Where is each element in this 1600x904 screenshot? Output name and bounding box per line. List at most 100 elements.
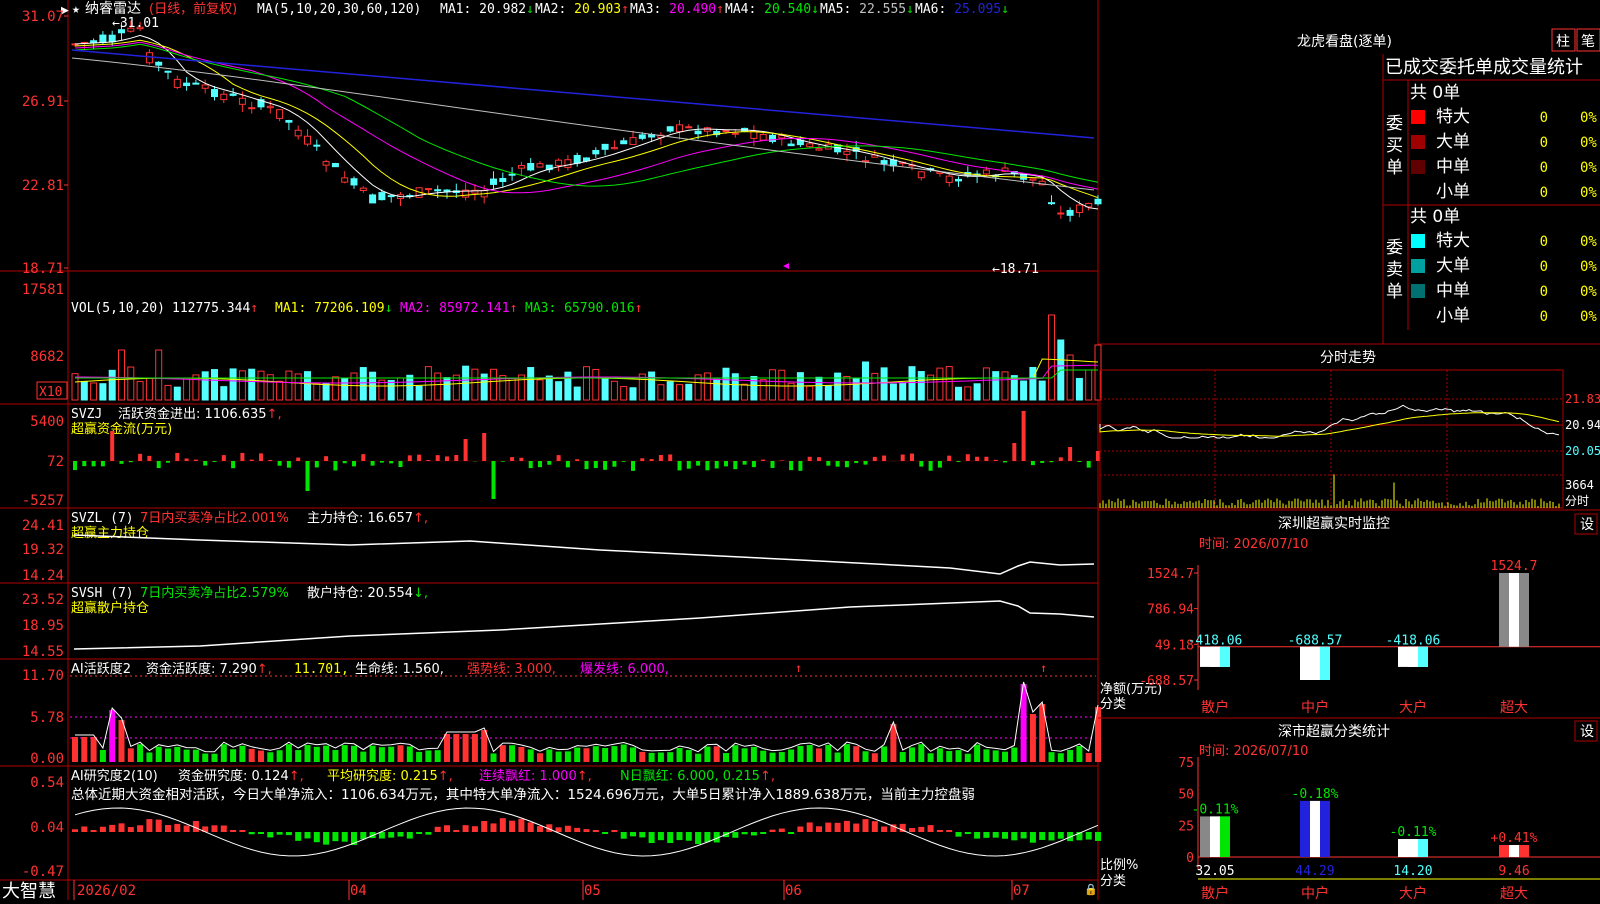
ai-active-value: 资金活跃度: 7.290↑,	[146, 661, 272, 677]
activity-bar	[1058, 753, 1064, 762]
volume-bar	[593, 369, 599, 400]
svzj-value: 活跃资金进出: 1106.635↑,	[118, 406, 282, 422]
x-axis-label: 2026/02	[77, 883, 136, 899]
activity-bar	[435, 750, 441, 762]
low-price-marker: ←18.71	[992, 262, 1039, 277]
research-bar	[565, 826, 571, 832]
volume-bar	[277, 381, 283, 400]
research-bar	[704, 832, 710, 842]
research-bar	[881, 827, 887, 832]
volume-bar	[137, 381, 143, 400]
research-bar	[212, 825, 218, 832]
research-bar	[537, 826, 543, 832]
activity-bar	[556, 752, 562, 762]
vol-ma-readout: MA2: 85972.141↑	[400, 301, 517, 316]
volume-bar	[212, 370, 218, 400]
research-bar	[974, 832, 980, 839]
volume-bar	[760, 380, 766, 400]
research-bar	[946, 830, 952, 832]
ma-readout: MA1: 20.982↓	[440, 2, 534, 17]
flow-bar	[957, 461, 961, 462]
volume-bar	[602, 379, 608, 400]
research-bar	[407, 832, 413, 839]
activity-bar	[305, 745, 311, 762]
research-bar	[463, 825, 469, 832]
flow-bar	[213, 461, 217, 462]
column-mode-label: 柱	[1556, 34, 1570, 50]
volume-bar	[900, 383, 906, 400]
activity-bar	[602, 748, 608, 762]
activity-bar	[295, 750, 301, 762]
svsh-tick: 18.95	[22, 618, 64, 634]
flow-bar	[1059, 457, 1063, 461]
svsh-value: 散户持仓: 20.554↓,	[307, 585, 428, 601]
research-bar	[760, 832, 766, 834]
monitor-y-tick: 1524.7	[1147, 567, 1194, 582]
sz-stats-xlabel: 分类	[1100, 874, 1126, 889]
svzj-label: SVZJ	[71, 407, 102, 422]
monitor-value-label: -688.57	[1288, 634, 1343, 649]
volume-unit-badge: X10	[39, 385, 62, 400]
activity-bar	[1067, 750, 1073, 762]
flow-bar	[678, 461, 682, 470]
volume-bar	[1039, 381, 1045, 400]
research-bar	[249, 832, 255, 834]
activity-bar	[983, 749, 989, 762]
sell-row-pct: 0%	[1580, 234, 1597, 250]
candle	[881, 161, 887, 164]
sell-side-label: 委	[1386, 238, 1403, 258]
activity-bar	[314, 747, 320, 762]
svsh-subtitle: 超赢散户持仓	[71, 600, 149, 616]
intraday-price-low: 20.05	[1565, 444, 1600, 458]
lock-icon[interactable]: 🔒	[1084, 883, 1098, 896]
activity-bar	[677, 748, 683, 762]
chart-period[interactable]: (日线，前复权)	[149, 1, 237, 17]
candle	[444, 190, 450, 191]
research-bar	[556, 827, 562, 832]
svsh-label: SVSH (7)	[71, 586, 134, 601]
activity-bar	[667, 752, 673, 762]
flow-bar	[175, 453, 179, 461]
candle	[388, 196, 394, 197]
activity-bar	[593, 746, 599, 762]
activity-bar	[258, 751, 264, 762]
volume-bar	[156, 350, 162, 400]
flow-bar	[203, 461, 207, 466]
favorite-star-icon[interactable]: ★	[72, 2, 80, 17]
stats-bar-shade	[1418, 839, 1428, 857]
sell-swatch	[1411, 284, 1425, 298]
sell-row-label: 小单	[1436, 306, 1470, 326]
research-bar	[528, 822, 534, 832]
flow-bar	[984, 457, 988, 461]
stats-y-tick: 0	[1186, 851, 1194, 866]
flow-bar	[743, 461, 747, 465]
candle	[611, 148, 617, 149]
candle	[146, 53, 152, 63]
research-bar	[770, 830, 776, 832]
flow-bar	[166, 461, 170, 463]
activity-bar	[751, 747, 757, 762]
candle	[528, 163, 534, 169]
volume-bar	[956, 387, 962, 400]
activity-bar	[1049, 752, 1055, 762]
stats-change-label: -0.11%	[1192, 802, 1239, 817]
ai-research-tick: 0.04	[30, 820, 64, 836]
flow-bar	[910, 454, 914, 461]
flow-bar	[399, 461, 403, 467]
activity-bar	[249, 749, 255, 762]
candle	[156, 62, 162, 65]
activity-bar	[444, 734, 450, 762]
sell-row-pct: 0%	[1580, 309, 1597, 325]
deal-stats-header: 已成交委托单成交量统计	[1385, 57, 1583, 78]
candle	[277, 110, 283, 119]
research-bar	[844, 821, 850, 832]
volume-bar	[779, 370, 785, 400]
stock-chart-canvas[interactable]: ▶ ★ 纳睿雷达 (日线，前复权) MA(5,10,20,30,60,120) …	[0, 0, 1600, 900]
volume-bar	[472, 369, 478, 400]
volume-bar	[872, 373, 878, 400]
volume-bar	[677, 385, 683, 400]
activity-bar	[267, 752, 273, 762]
research-bar	[630, 832, 636, 836]
research-bar	[453, 830, 459, 832]
candle	[165, 71, 171, 72]
